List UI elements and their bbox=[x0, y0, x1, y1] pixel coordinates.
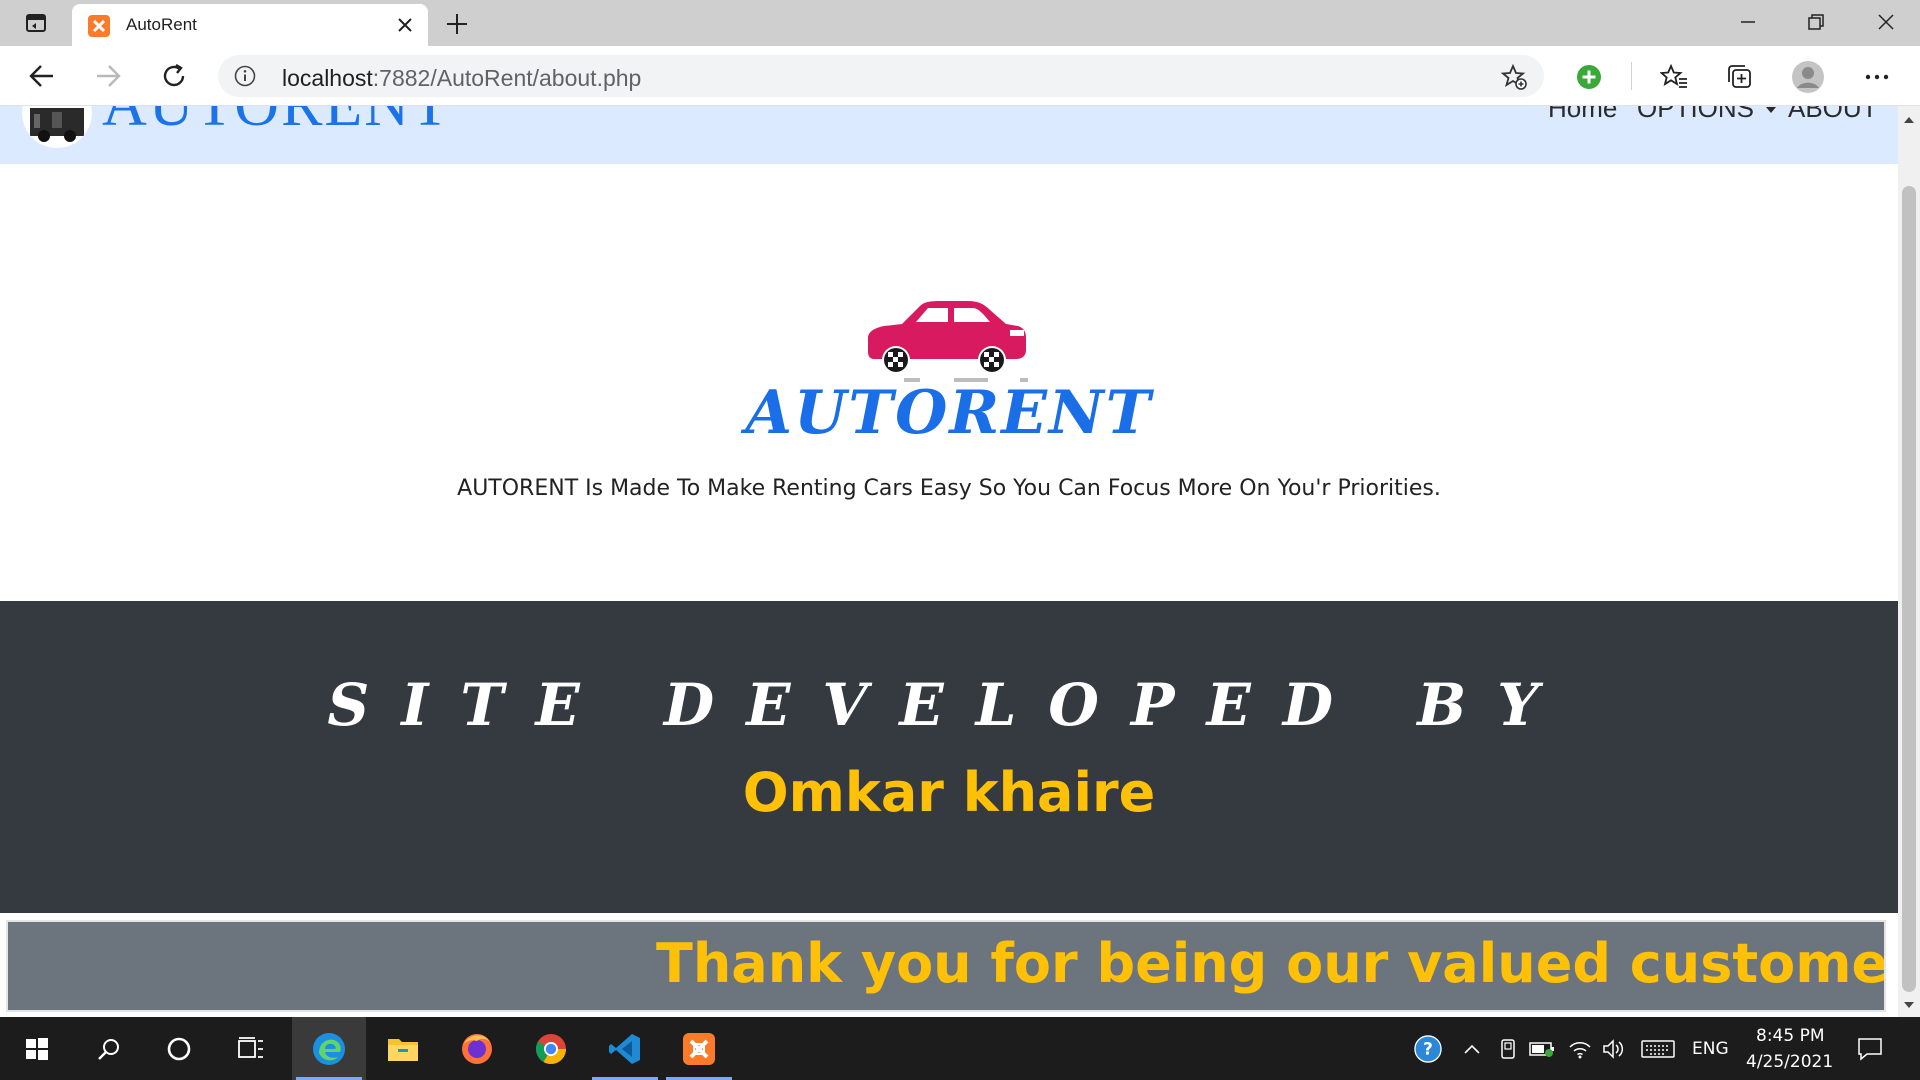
device-icon[interactable] bbox=[1494, 1035, 1522, 1063]
keyboard-icon[interactable] bbox=[1640, 1035, 1676, 1063]
minimize-icon[interactable] bbox=[1718, 4, 1778, 40]
page-scrollbar[interactable] bbox=[1898, 106, 1920, 1017]
scroll-up-icon[interactable] bbox=[1898, 110, 1920, 130]
notification-icon[interactable] bbox=[1856, 1035, 1884, 1063]
chrome-icon[interactable] bbox=[514, 1017, 588, 1080]
search-icon[interactable] bbox=[72, 1017, 146, 1080]
more-options-icon[interactable] bbox=[1860, 60, 1894, 94]
restore-icon[interactable] bbox=[1786, 4, 1846, 40]
url-host: localhost bbox=[282, 65, 373, 91]
tab-title: AutoRent bbox=[126, 15, 197, 34]
tab-close-icon[interactable] bbox=[392, 12, 418, 38]
site-navbar: AUTORENT Home OPTIONS ABOUT bbox=[0, 106, 1898, 164]
close-window-icon[interactable] bbox=[1856, 4, 1916, 40]
site-logo[interactable] bbox=[22, 106, 92, 148]
browser-toolbar: localhost:7882/AutoRent/about.php bbox=[0, 46, 1920, 106]
back-icon[interactable] bbox=[24, 58, 60, 94]
browser-tab[interactable]: AutoRent bbox=[72, 4, 428, 46]
url-text[interactable]: localhost:7882/AutoRent/about.php bbox=[282, 65, 641, 92]
extension-icon[interactable] bbox=[1572, 60, 1606, 94]
file-explorer-icon[interactable] bbox=[366, 1017, 440, 1080]
url-path: :7882/AutoRent/about.php bbox=[372, 65, 642, 91]
site-info-icon[interactable] bbox=[234, 65, 256, 87]
nav-options[interactable]: OPTIONS bbox=[1637, 106, 1777, 124]
battery-icon[interactable] bbox=[1528, 1035, 1556, 1063]
tab-actions-icon[interactable] bbox=[14, 9, 58, 37]
xampp-icon[interactable] bbox=[662, 1017, 736, 1080]
thanks-marquee: Thank you for being our valued customer bbox=[6, 920, 1886, 1012]
developer-section: SITE DEVELOPED BY Omkar khaire bbox=[0, 601, 1898, 913]
new-tab-icon[interactable] bbox=[442, 9, 472, 39]
forward-icon[interactable] bbox=[90, 58, 126, 94]
xampp-favicon-icon bbox=[88, 15, 110, 37]
nav-about[interactable]: ABOUT bbox=[1788, 106, 1878, 124]
svg-text:?: ? bbox=[1423, 1039, 1433, 1059]
hero-brand: AUTORENT bbox=[745, 378, 1153, 448]
cortana-icon[interactable] bbox=[142, 1017, 216, 1080]
hero-tagline: AUTORENT Is Made To Make Renting Cars Ea… bbox=[457, 476, 1441, 501]
clock-time[interactable]: 8:45 PM bbox=[1756, 1026, 1825, 1046]
scroll-thumb[interactable] bbox=[1902, 186, 1916, 992]
page-viewport: AUTORENT Home OPTIONS ABOUT AUTORENT bbox=[0, 106, 1898, 1017]
edge-icon[interactable] bbox=[292, 1017, 366, 1080]
windows-taskbar: ? ENG 8:45 PM 4/25/2021 bbox=[0, 1017, 1920, 1080]
language-indicator[interactable]: ENG bbox=[1692, 1039, 1729, 1059]
toolbar-separator bbox=[1631, 62, 1632, 90]
wifi-icon[interactable] bbox=[1566, 1035, 1594, 1063]
vscode-icon[interactable] bbox=[588, 1017, 662, 1080]
nav-home[interactable]: Home bbox=[1548, 106, 1617, 124]
add-favorite-icon[interactable] bbox=[1500, 63, 1528, 91]
developer-name: Omkar khaire bbox=[742, 761, 1156, 824]
car-icon bbox=[860, 296, 1030, 386]
task-view-icon[interactable] bbox=[214, 1017, 288, 1080]
volume-icon[interactable] bbox=[1600, 1035, 1628, 1063]
site-brand[interactable]: AUTORENT bbox=[102, 106, 451, 141]
chevron-down-icon bbox=[1766, 107, 1777, 114]
scroll-down-icon[interactable] bbox=[1898, 995, 1920, 1015]
firefox-icon[interactable] bbox=[440, 1017, 514, 1080]
refresh-icon[interactable] bbox=[156, 58, 192, 94]
start-button[interactable] bbox=[0, 1017, 74, 1080]
profile-avatar[interactable] bbox=[1791, 60, 1825, 94]
address-bar[interactable]: localhost:7882/AutoRent/about.php bbox=[218, 55, 1544, 97]
help-icon[interactable]: ? bbox=[1414, 1035, 1442, 1063]
collections-icon[interactable] bbox=[1723, 60, 1757, 94]
nav-options-label: OPTIONS bbox=[1637, 106, 1755, 123]
thanks-text: Thank you for being our valued customer bbox=[656, 932, 1886, 995]
tab-strip: AutoRent bbox=[0, 0, 1920, 46]
developer-heading: SITE DEVELOPED BY bbox=[327, 671, 1571, 739]
favorites-icon[interactable] bbox=[1657, 60, 1691, 94]
chevron-up-icon[interactable] bbox=[1458, 1035, 1486, 1063]
clock-date[interactable]: 4/25/2021 bbox=[1746, 1052, 1833, 1072]
about-hero: AUTORENT AUTORENT Is Made To Make Rentin… bbox=[0, 164, 1898, 601]
